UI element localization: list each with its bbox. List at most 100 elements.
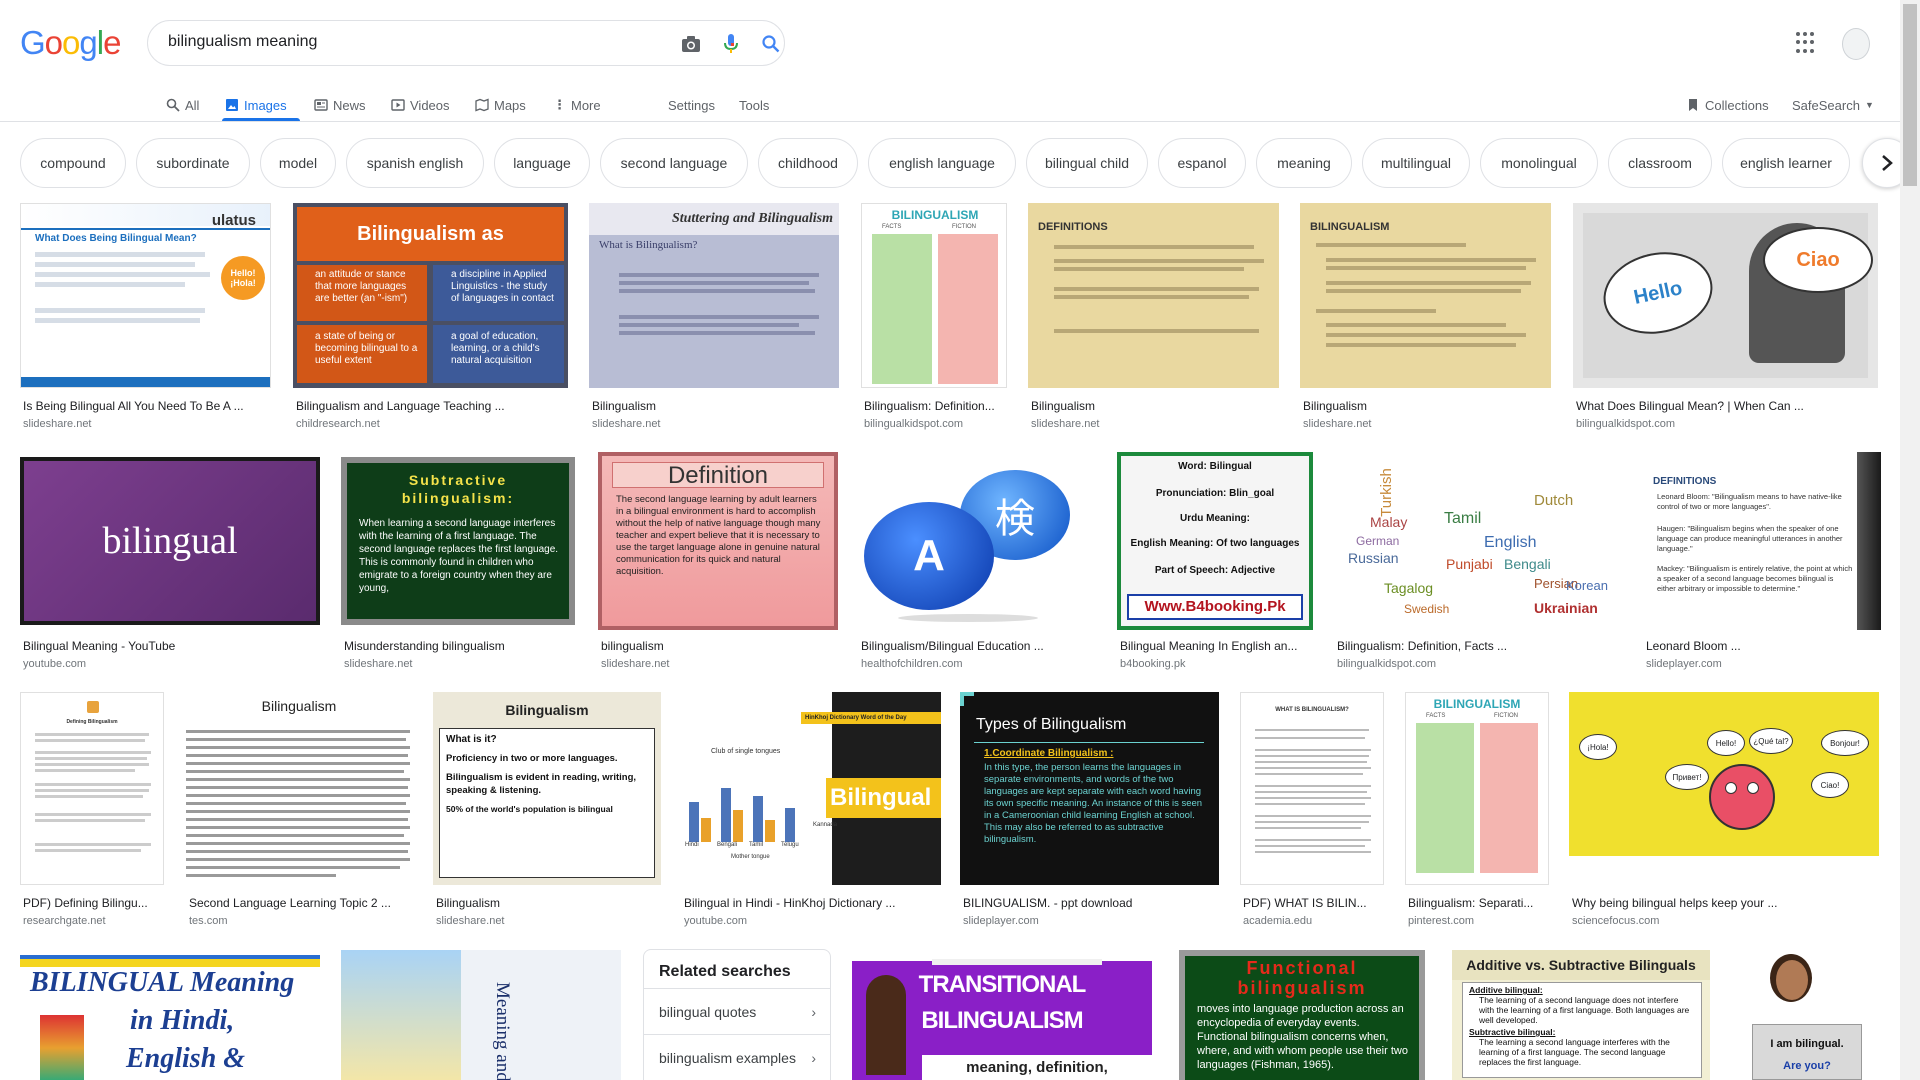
result-source[interactable]: childresearch.net <box>296 418 380 430</box>
result-source[interactable]: healthofchildren.com <box>861 658 963 670</box>
result-title[interactable]: Bilingualism: Definition, Facts ... <box>1337 639 1619 653</box>
image-result[interactable]: Stuttering and Bilingualism What is Bili… <box>589 203 839 433</box>
result-title[interactable]: BILINGUALISM. - ppt download <box>963 896 1218 910</box>
result-title[interactable]: Bilingualism and Language Teaching ... <box>296 399 566 413</box>
image-result[interactable]: TRANSITIONAL BILINGUALISM meaning, defin… <box>852 955 1152 1080</box>
result-source[interactable]: researchgate.net <box>23 915 106 927</box>
result-title[interactable]: Is Being Bilingual All You Need To Be A … <box>23 399 268 413</box>
result-thumbnail[interactable]: Hello Ciao <box>1573 203 1878 388</box>
related-search-item[interactable]: bilingual quotes › <box>644 988 830 1034</box>
result-thumbnail[interactable]: Meaning and Structure in Second Language… <box>341 950 621 1080</box>
image-result[interactable]: Subtractive bilingualism: When learning … <box>341 457 575 675</box>
result-title[interactable]: Bilingualism <box>1303 399 1548 413</box>
result-thumbnail[interactable]: Subtractive bilingualism: When learning … <box>341 457 575 625</box>
result-thumbnail[interactable]: DEFINITIONS Leonard Bloom: "Bilingualism… <box>1643 452 1881 630</box>
result-thumbnail[interactable]: Bilingualism What is it? Proficiency in … <box>433 692 661 885</box>
result-thumbnail[interactable]: Stuttering and Bilingualism What is Bili… <box>589 203 839 388</box>
related-search-item[interactable]: bilingualism examples › <box>644 1034 830 1080</box>
image-result[interactable]: DEFINITIONS Leonard Bloom: "Bilingualism… <box>1643 452 1881 675</box>
image-result[interactable]: Definition The second language learning … <box>598 452 838 675</box>
result-thumbnail[interactable]: WHAT IS BILINGUALISM? <box>1240 692 1384 885</box>
result-title[interactable]: Bilingualism: Definition... <box>864 399 1006 413</box>
result-source[interactable]: bilingualkidspot.com <box>1337 658 1436 670</box>
image-result[interactable]: Types of Bilingualism 1.Coordinate Bilin… <box>960 692 1219 929</box>
result-title[interactable]: PDF) WHAT IS BILIN... <box>1243 896 1383 910</box>
result-source[interactable]: youtube.com <box>23 658 86 670</box>
result-source[interactable]: slideshare.net <box>23 418 92 430</box>
image-result[interactable]: Additive vs. Subtractive Bilinguals Addi… <box>1452 950 1710 1080</box>
result-source[interactable]: bilingualkidspot.com <box>1576 418 1675 430</box>
result-title[interactable]: bilingualism <box>601 639 836 653</box>
image-result[interactable]: Turkish Malay German Russian Tamil Engli… <box>1334 452 1621 675</box>
image-result[interactable]: Defining Bilingualism PDF) Defining Bili… <box>20 692 164 929</box>
result-thumbnail[interactable]: Functional bilingualism moves into langu… <box>1179 950 1425 1080</box>
result-thumbnail[interactable]: Definition The second language learning … <box>598 452 838 630</box>
result-source[interactable]: slideshare.net <box>601 658 670 670</box>
image-result[interactable]: BILINGUALISM Bilingualism slideshare.net <box>1300 203 1551 433</box>
image-result[interactable]: Word: Bilingual Pronunciation: Blin_goal… <box>1117 452 1313 675</box>
result-title[interactable]: Bilingualism: Separati... <box>1408 896 1548 910</box>
result-source[interactable]: slideplayer.com <box>1646 658 1722 670</box>
image-result[interactable]: 検 A Bilingualism/Bilingual Education ...… <box>858 452 1098 675</box>
result-thumbnail[interactable]: TRANSITIONAL BILINGUALISM meaning, defin… <box>852 955 1152 1080</box>
result-title[interactable]: Leonard Bloom ... <box>1646 639 1881 653</box>
result-thumbnail[interactable]: DEFINITIONS <box>1028 203 1279 388</box>
result-source[interactable]: slideplayer.com <box>963 915 1039 927</box>
image-result[interactable]: HinKhoj Dictionary Word of the Day Club … <box>681 692 941 929</box>
result-thumbnail[interactable]: BILINGUALISM FACTS FICTION <box>861 203 1007 388</box>
result-title[interactable]: Misunderstanding bilingualism <box>344 639 574 653</box>
image-result[interactable]: Hello Ciao What Does Bilingual Mean? | W… <box>1573 203 1878 433</box>
result-source[interactable]: slideshare.net <box>592 418 661 430</box>
result-source[interactable]: sciencefocus.com <box>1572 915 1659 927</box>
result-source[interactable]: bilingualkidspot.com <box>864 418 963 430</box>
result-thumbnail[interactable]: 検 A <box>858 452 1098 630</box>
result-source[interactable]: b4booking.pk <box>1120 658 1185 670</box>
result-title[interactable]: Bilingualism <box>436 896 660 910</box>
result-thumbnail[interactable]: I am bilingual. Are you? <box>1734 950 1879 1080</box>
result-thumbnail[interactable]: ¡Hola! Hello! ¿Qué tal? Bonjour! Ciao! П… <box>1569 692 1879 856</box>
result-title[interactable]: Bilingualism <box>1031 399 1276 413</box>
result-thumbnail[interactable]: Turkish Malay German Russian Tamil Engli… <box>1334 452 1621 630</box>
result-thumbnail[interactable]: ulatus What Does Being Bilingual Mean? H… <box>20 203 271 388</box>
image-result[interactable]: Meaning and Structure in Second Language… <box>341 950 621 1080</box>
result-thumbnail[interactable]: HinKhoj Dictionary Word of the Day Club … <box>681 692 941 885</box>
result-title[interactable]: What Does Bilingual Mean? | When Can ... <box>1576 399 1876 413</box>
image-result[interactable]: ¡Hola! Hello! ¿Qué tal? Bonjour! Ciao! П… <box>1569 692 1879 929</box>
result-title[interactable]: PDF) Defining Bilingu... <box>23 896 163 910</box>
result-source[interactable]: youtube.com <box>684 915 747 927</box>
image-result[interactable]: Bilingualism Second Language Learning To… <box>186 692 412 929</box>
result-source[interactable]: pinterest.com <box>1408 915 1474 927</box>
result-title[interactable]: Bilingualism/Bilingual Education ... <box>861 639 1096 653</box>
result-thumbnail[interactable]: Additive vs. Subtractive Bilinguals Addi… <box>1452 950 1710 1080</box>
result-thumbnail[interactable]: Word: Bilingual Pronunciation: Blin_goal… <box>1117 452 1313 630</box>
image-result[interactable]: WHAT IS BILINGUALISM? PDF) WHAT IS BILIN… <box>1240 692 1384 929</box>
vertical-scrollbar[interactable] <box>1900 0 1920 1080</box>
result-thumbnail[interactable]: BILINGUALISM FACTS FICTION <box>1405 692 1549 885</box>
result-thumbnail[interactable]: bilingual <box>20 457 320 625</box>
image-result[interactable]: Bilingualism What is it? Proficiency in … <box>433 692 661 929</box>
image-result[interactable]: I am bilingual. Are you? <box>1734 950 1879 1080</box>
result-title[interactable]: Why being bilingual helps keep your ... <box>1572 896 1878 910</box>
result-source[interactable]: tes.com <box>189 915 228 927</box>
result-thumbnail[interactable]: BILINGUALISM <box>1300 203 1551 388</box>
result-thumbnail[interactable]: Bilingualism <box>186 692 412 885</box>
image-result[interactable]: BILINGUALISM FACTS FICTION Bilingualism:… <box>861 203 1007 433</box>
image-result[interactable]: BILINGUAL Meaning in Hindi, English & <box>20 955 320 1080</box>
image-result[interactable]: ulatus What Does Being Bilingual Mean? H… <box>20 203 271 433</box>
result-thumbnail[interactable]: Defining Bilingualism <box>20 692 164 885</box>
result-thumbnail[interactable]: Bilingualism as an attitude or stance th… <box>293 203 568 388</box>
result-thumbnail[interactable]: BILINGUAL Meaning in Hindi, English & <box>20 955 320 1080</box>
result-title[interactable]: Bilingualism <box>592 399 837 413</box>
result-source[interactable]: slideshare.net <box>1303 418 1372 430</box>
scrollbar-thumb[interactable] <box>1903 4 1917 186</box>
image-result[interactable]: BILINGUALISM FACTS FICTION Bilingualism:… <box>1405 692 1549 929</box>
result-source[interactable]: slideshare.net <box>436 915 505 927</box>
image-result[interactable]: bilingual Bilingual Meaning - YouTube yo… <box>20 457 320 675</box>
result-thumbnail[interactable]: Types of Bilingualism 1.Coordinate Bilin… <box>960 692 1219 885</box>
result-title[interactable]: Second Language Learning Topic 2 ... <box>189 896 411 910</box>
result-title[interactable]: Bilingual in Hindi - HinKhoj Dictionary … <box>684 896 940 910</box>
result-title[interactable]: Bilingual Meaning In English an... <box>1120 639 1312 653</box>
result-title[interactable]: Bilingual Meaning - YouTube <box>23 639 318 653</box>
result-source[interactable]: slideshare.net <box>1031 418 1100 430</box>
result-source[interactable]: slideshare.net <box>344 658 413 670</box>
